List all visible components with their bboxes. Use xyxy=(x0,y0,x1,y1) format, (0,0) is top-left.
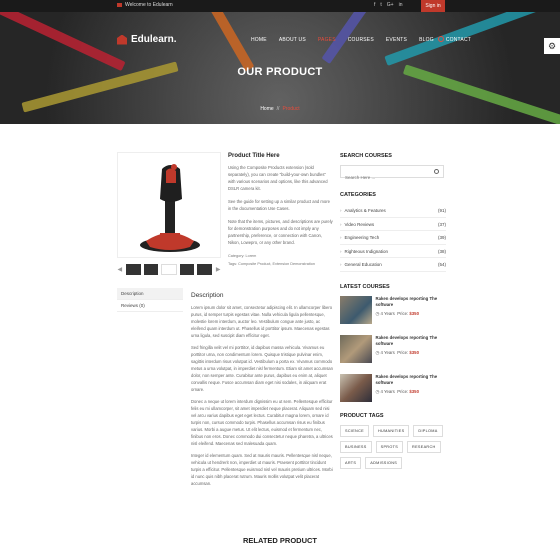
nav-pages[interactable]: PAGES xyxy=(318,37,336,43)
clock-icon: ◷ xyxy=(375,349,380,355)
chevron-left-icon[interactable]: ◀ xyxy=(117,266,123,273)
search-heading: SEARCH COURSES xyxy=(340,153,392,159)
product-tabs: Description Reviews (0) xyxy=(117,288,183,312)
course-item[interactable]: Raken develops reporting The software ◷ … xyxy=(340,373,446,404)
search-icon[interactable] xyxy=(434,169,439,174)
welcome-text: Welcome to Edulearn xyxy=(117,2,173,8)
graduation-cap-icon xyxy=(117,2,122,7)
course-price: $350 xyxy=(409,388,419,394)
product-paragraph: Note that the items, pictures, and descr… xyxy=(228,219,333,245)
description-paragraph: Sed fringilla velit vel mi porttitor, id… xyxy=(191,345,333,392)
course-item[interactable]: Raken develops reporting The software ◷ … xyxy=(340,334,446,365)
nav-blog[interactable]: BLOG xyxy=(419,37,434,43)
product-category: Category: Lorem xyxy=(228,254,257,258)
category-item[interactable]: › Video Reviews (37) xyxy=(340,218,446,231)
course-price: $350 xyxy=(409,310,419,316)
logo-icon xyxy=(117,34,127,45)
course-thumbnail[interactable] xyxy=(340,334,372,363)
nav-about-us[interactable]: ABOUT US xyxy=(279,37,306,43)
settings-gear-icon[interactable]: ⚙ xyxy=(544,38,560,54)
site-logo[interactable]: Edulearn. xyxy=(117,34,177,45)
course-item[interactable]: Raken develops reporting The software ◷ … xyxy=(340,295,446,326)
tag-arts[interactable]: ARTS xyxy=(340,456,362,469)
category-item[interactable]: › Analytics & Features (91) xyxy=(340,204,446,218)
page-title: OUR PRODUCT xyxy=(237,66,323,78)
chevron-right-icon: › xyxy=(340,248,342,254)
tag-sprots[interactable]: SPROTS xyxy=(375,440,404,453)
tab-reviews[interactable]: Reviews (0) xyxy=(117,300,183,312)
category-item[interactable]: › General Education (54) xyxy=(340,258,446,272)
latest-courses-heading: LATEST COURSES xyxy=(340,283,390,290)
course-thumbnail[interactable] xyxy=(340,295,372,324)
nav-events[interactable]: EVENTS xyxy=(386,37,407,43)
nav-contact[interactable]: CONTACT xyxy=(446,37,471,43)
related-product-heading: RELATED PRODUCT xyxy=(242,536,318,545)
categories-heading: CATEGORIES xyxy=(340,192,376,198)
description-heading: Description xyxy=(191,292,224,299)
tag-humanities[interactable]: HUMANITIES xyxy=(372,424,410,437)
course-title[interactable]: Raken develops reporting The software xyxy=(376,335,446,347)
clock-icon: ◷ xyxy=(375,388,380,394)
sign-in-button[interactable]: Sign in xyxy=(421,0,445,12)
tag-cloud: SCIENCE HUMANITIES DIPLOMA BUSINESS SPRO… xyxy=(340,424,446,469)
thumbnail[interactable] xyxy=(125,263,141,275)
product-paragraph: Using the Composite Products extension (… xyxy=(228,165,328,191)
page-hero: Edulearn. HOME ABOUT US PAGES COURSES EV… xyxy=(0,12,560,124)
tag-admissions[interactable]: ADMISSIONS xyxy=(365,456,403,469)
linkedin-icon[interactable]: in xyxy=(399,2,403,8)
product-title: Product Title Here xyxy=(228,153,280,159)
course-title[interactable]: Raken develops reporting The software xyxy=(376,374,446,386)
facebook-icon[interactable]: f xyxy=(374,2,375,8)
product-image[interactable] xyxy=(117,152,221,258)
sidebar: SEARCH COURSES CATEGORIES ›Analytics & F… xyxy=(340,153,446,469)
google-plus-icon[interactable]: G+ xyxy=(387,2,394,8)
thumbnail[interactable] xyxy=(179,263,195,275)
product-info: Product Title Here Using the Composite P… xyxy=(228,153,333,268)
chevron-right-icon[interactable]: ▶ xyxy=(215,266,221,273)
course-title[interactable]: Raken develops reporting The software xyxy=(376,296,446,308)
twitter-icon[interactable]: t xyxy=(380,2,381,8)
tag-business[interactable]: BUSINESS xyxy=(340,440,372,453)
thumbnail-strip: ◀ ▶ xyxy=(117,263,221,275)
search-input[interactable] xyxy=(341,172,431,183)
search-icon[interactable] xyxy=(438,36,444,42)
course-price: $350 xyxy=(409,349,419,355)
logo-text: Edulearn. xyxy=(131,34,177,45)
chevron-right-icon: › xyxy=(340,208,342,213)
thumbnail[interactable] xyxy=(197,263,213,275)
main-nav: HOME ABOUT US PAGES COURSES EVENTS BLOG … xyxy=(251,36,483,43)
chevron-right-icon: › xyxy=(340,235,342,240)
description-panel: Description Lorem ipsum dolor sit amet, … xyxy=(191,292,333,492)
pencil-decoration xyxy=(0,12,126,72)
pencil-decoration xyxy=(185,12,255,72)
tag-science[interactable]: SCIENCE xyxy=(340,424,369,437)
chevron-right-icon: › xyxy=(340,262,342,267)
description-paragraph: Lorem ipsum dolor sit amet, consectetur … xyxy=(191,305,333,338)
joystick-image xyxy=(140,164,200,252)
thumbnail[interactable] xyxy=(161,263,177,275)
nav-home[interactable]: HOME xyxy=(251,37,267,43)
tab-description[interactable]: Description xyxy=(117,288,183,300)
category-item[interactable]: › Engineering Tech (39) xyxy=(340,231,446,245)
category-item[interactable]: › Righteous Indignation (38) xyxy=(340,245,446,258)
description-paragraph: Donec a neque ut lorem interdum dignissi… xyxy=(191,399,333,446)
nav-courses[interactable]: COURSES xyxy=(348,37,374,43)
chevron-right-icon: › xyxy=(340,221,342,227)
product-tags-heading: PRODUCT TAGS xyxy=(340,412,384,419)
breadcrumb: Home//Product xyxy=(260,106,300,112)
tag-research[interactable]: RESEARCH xyxy=(407,440,441,453)
product-paragraph: See the guide for setting up a similar p… xyxy=(228,199,330,211)
product-tags: Tags: Composite Product, Extension Demon… xyxy=(228,262,315,266)
top-bar: Welcome to Edulearn f t G+ in Sign in xyxy=(0,0,560,12)
social-links: f t G+ in xyxy=(374,2,403,8)
clock-icon: ◷ xyxy=(375,310,380,316)
thumbnail[interactable] xyxy=(143,263,159,275)
search-box xyxy=(340,165,444,183)
breadcrumb-home[interactable]: Home xyxy=(260,106,273,112)
tag-diploma[interactable]: DIPLOMA xyxy=(413,424,443,437)
course-thumbnail[interactable] xyxy=(340,373,372,402)
description-paragraph: Integer id elementum quam. Sed at mauris… xyxy=(191,453,333,486)
breadcrumb-current: Product xyxy=(282,106,300,112)
